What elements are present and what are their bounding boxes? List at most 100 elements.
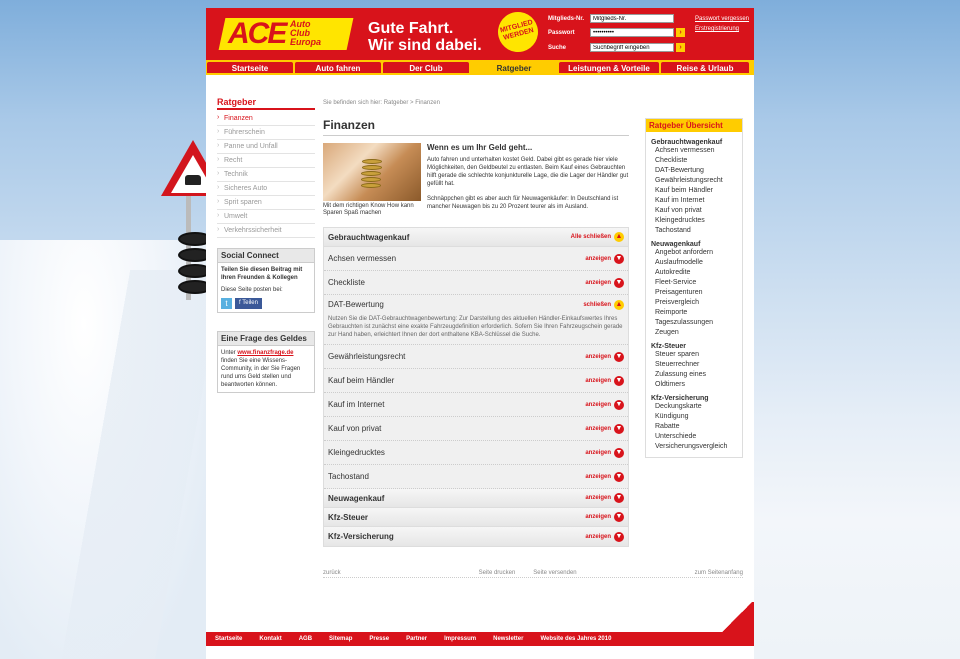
overview-link[interactable]: Angebot anfordern [651,248,737,258]
close-button[interactable]: schließen ▲ [583,299,624,310]
accordion-header-kfz-versicherung[interactable]: Kfz-Versicherung anzeigen ▼ [324,527,628,546]
close-all-button[interactable]: Alle schließen ▲ [571,232,624,242]
overview-group-title[interactable]: Neuwagenkauf [651,241,737,248]
footer-link[interactable]: AGB [299,632,312,646]
overview-link[interactable]: DAT-Bewertung [651,166,737,176]
overview-link[interactable]: Steuer sparen [651,350,737,360]
overview-group-title[interactable]: Kfz-Versicherung [651,395,737,402]
overview-link[interactable]: Deckungskarte [651,402,737,412]
footer-link[interactable]: Newsletter [493,632,523,646]
login-submit-button[interactable]: › [676,28,685,37]
footer-link[interactable]: Partner [406,632,427,646]
accordion-item[interactable]: Checkliste anzeigen ▼ [324,271,628,295]
overview-link[interactable]: Kauf im Internet [651,196,737,206]
footer-link[interactable]: Presse [369,632,389,646]
overview-link[interactable]: Kauf von privat [651,206,737,216]
become-member-badge[interactable]: MITGLIED WERDEN [493,7,543,57]
sidebar-item-finanzen[interactable]: Finanzen [217,112,315,126]
accordion-header-neuwagen[interactable]: Neuwagenkauf anzeigen ▼ [324,489,628,508]
overview-group-title[interactable]: Gebrauchtwagenkauf [651,139,737,146]
sidebar-item-panne[interactable]: Panne und Unfall [217,140,315,154]
overview-link[interactable]: Kauf beim Händler [651,186,737,196]
overview-link[interactable]: Kleingedrucktes [651,216,737,226]
back-link[interactable]: zurück [323,570,341,576]
forgot-password-link[interactable]: Passwort vergessen [695,14,749,24]
search-input[interactable] [590,43,674,52]
overview-link[interactable]: Autokredite [651,268,737,278]
overview-link[interactable]: Preisagenturen [651,288,737,298]
show-button[interactable]: anzeigen ▼ [585,351,624,362]
footer-link[interactable]: Sitemap [329,632,352,646]
accordion-item[interactable]: Achsen vermessen anzeigen ▼ [324,247,628,271]
show-button[interactable]: anzeigen ▼ [585,399,624,410]
facebook-share-button[interactable]: f Teilen [235,298,262,309]
footer-link[interactable]: Impressum [444,632,476,646]
sidebar-title: Ratgeber [217,97,315,110]
warning-sign-inner [171,155,210,193]
show-button[interactable]: anzeigen ▼ [585,512,624,522]
overview-link[interactable]: Versicherungsvergleich [651,442,737,452]
password-input[interactable] [590,28,674,37]
logo-wordmark[interactable]: ACE [228,19,287,49]
overview-link[interactable]: Zulassung eines Oldtimers [651,370,737,390]
show-button[interactable]: anzeigen ▼ [585,447,624,458]
nav-auto-fahren[interactable]: Auto fahren [295,62,381,73]
accordion-header-kfz-steuer[interactable]: Kfz-Steuer anzeigen ▼ [324,508,628,527]
twitter-icon[interactable]: t [221,298,232,309]
overview-group-title[interactable]: Kfz-Steuer [651,343,737,350]
register-link[interactable]: Erstregistrierung [695,24,749,34]
accordion-item[interactable]: Kauf beim Händler anzeigen ▼ [324,369,628,393]
sidebar-item-fuehrerschein[interactable]: Führerschein [217,126,315,140]
overview-link[interactable]: Tageszulassungen [651,318,737,328]
show-button[interactable]: anzeigen ▼ [585,253,624,264]
show-button[interactable]: anzeigen ▼ [585,493,624,503]
show-button[interactable]: anzeigen ▼ [585,277,624,288]
send-link[interactable]: Seite versenden [533,570,576,576]
sidebar-item-technik[interactable]: Technik [217,168,315,182]
overview-link[interactable]: Checkliste [651,156,737,166]
top-link[interactable]: zum Seitenanfang [695,570,743,576]
show-button[interactable]: anzeigen ▼ [585,423,624,434]
print-link[interactable]: Seite drucken [479,570,516,576]
nav-startseite[interactable]: Startseite [207,62,293,73]
overview-link[interactable]: Gewährleistungsrecht [651,176,737,186]
search-submit-button[interactable]: › [676,43,685,52]
nav-ratgeber[interactable]: Ratgeber [471,62,557,73]
sidebar-item-umwelt[interactable]: Umwelt [217,210,315,224]
show-button[interactable]: anzeigen ▼ [585,375,624,386]
nav-der-club[interactable]: Der Club [383,62,469,73]
overview-link[interactable]: Achsen vermessen [651,146,737,156]
finanzfrage-link[interactable]: www.finanzfrage.de [237,350,293,356]
overview-link[interactable]: Auslaufmodelle [651,258,737,268]
footer-link[interactable]: Kontakt [259,632,281,646]
show-button[interactable]: anzeigen ▼ [585,531,624,542]
overview-link[interactable]: Fleet-Service [651,278,737,288]
nav-reise[interactable]: Reise & Urlaub [661,62,749,73]
chevron-down-icon: ▼ [614,277,624,288]
sidebar-item-sprit[interactable]: Sprit sparen [217,196,315,210]
accordion-item[interactable]: Gewährleistungsrecht anzeigen ▼ [324,345,628,369]
accordion-item-open[interactable]: DAT-Bewertung schließen ▲ [324,295,628,314]
footer-link[interactable]: Website des Jahres 2010 [540,632,611,646]
accordion-item[interactable]: Kleingedrucktes anzeigen ▼ [324,441,628,465]
overview-link[interactable]: Steuerrechner [651,360,737,370]
overview-link[interactable]: Preisvergleich [651,298,737,308]
overview-link[interactable]: Unterschiede [651,432,737,442]
overview-link[interactable]: Rabatte [651,422,737,432]
footer-link[interactable]: Startseite [215,632,242,646]
sidebar-item-sicheres-auto[interactable]: Sicheres Auto [217,182,315,196]
overview-link[interactable]: Kündigung [651,412,737,422]
sidebar-item-recht[interactable]: Recht [217,154,315,168]
accordion-item[interactable]: Kauf im Internet anzeigen ▼ [324,393,628,417]
coins-image [323,143,421,201]
sidebar-item-verkehrssicherheit[interactable]: Verkehrssicherheit [217,224,315,238]
member-number-input[interactable] [590,14,674,23]
accordion-item[interactable]: Tachostand anzeigen ▼ [324,465,628,489]
accordion-header-gebrauchtwagen[interactable]: Gebrauchtwagenkauf Alle schließen ▲ [324,228,628,247]
overview-link[interactable]: Zeugen [651,328,737,338]
overview-link[interactable]: Reimporte [651,308,737,318]
show-button[interactable]: anzeigen ▼ [585,471,624,482]
accordion-item[interactable]: Kauf von privat anzeigen ▼ [324,417,628,441]
nav-leistungen[interactable]: Leistungen & Vorteile [559,62,659,73]
overview-link[interactable]: Tachostand [651,226,737,236]
